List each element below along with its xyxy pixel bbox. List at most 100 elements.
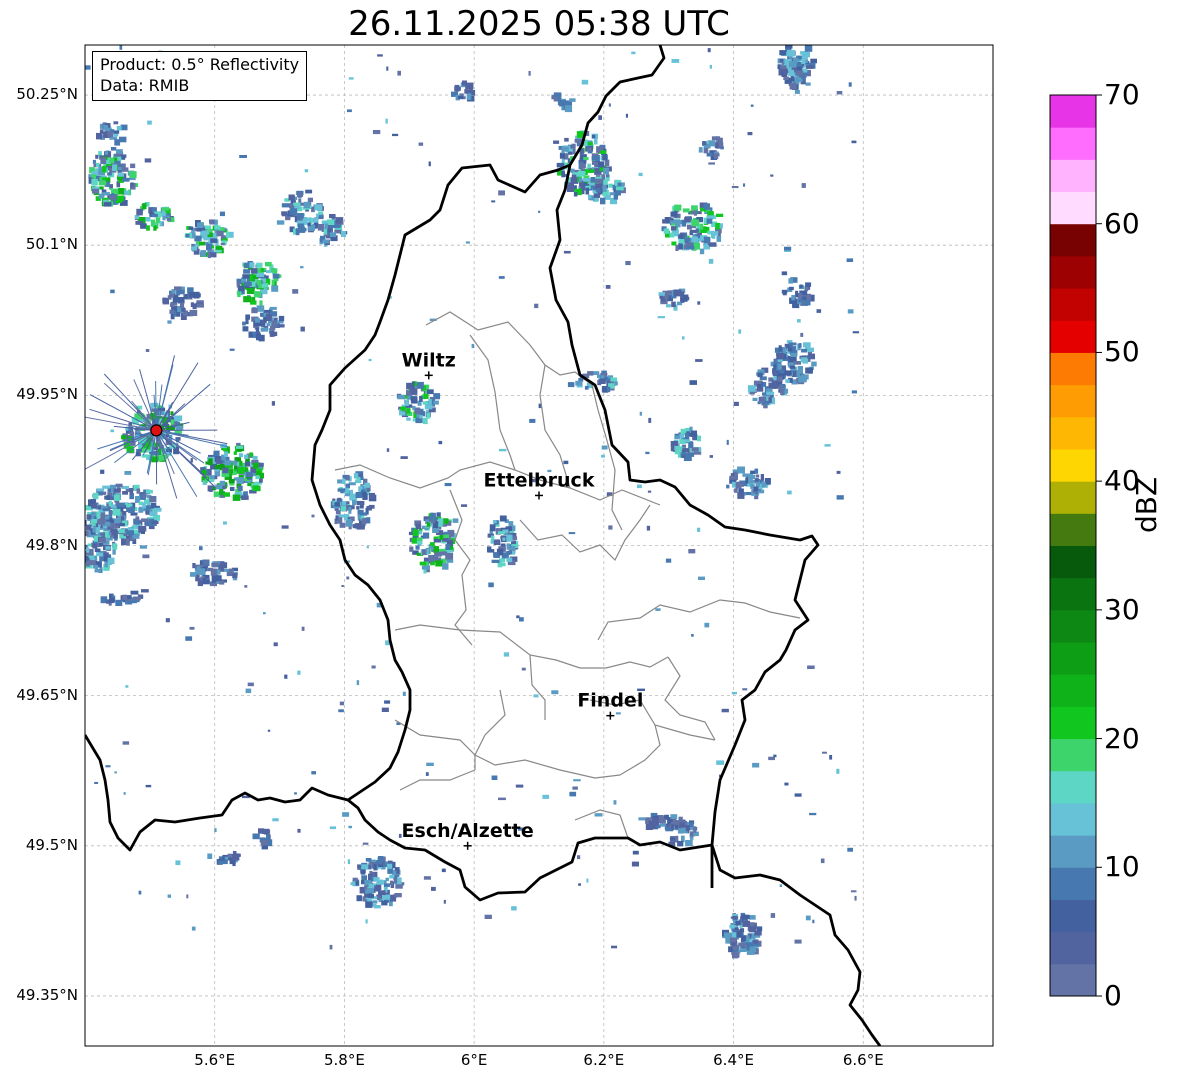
echo-pixel <box>424 527 429 530</box>
colorbar-segment <box>1050 223 1096 257</box>
echo-pixel <box>789 286 794 291</box>
echo-pixel <box>122 491 128 495</box>
echo-pixel <box>141 589 149 593</box>
echo-pixel <box>77 538 84 544</box>
echo-pixel <box>206 243 213 251</box>
echo-pixel <box>502 537 506 541</box>
echo-pixel <box>631 51 636 55</box>
echo-pixel <box>114 771 117 774</box>
echo-pixel <box>102 508 111 512</box>
echo-pixel <box>508 521 514 528</box>
echo-pixel <box>91 178 98 186</box>
lon-tick-label: 6.6°E <box>842 1051 884 1069</box>
echo-pixel <box>146 225 150 231</box>
echo-pixel <box>130 590 139 595</box>
echo-pixel <box>117 502 125 508</box>
colorbar-segment <box>1050 609 1096 643</box>
echo-pixel <box>639 411 642 416</box>
echo-pixel <box>107 131 114 138</box>
echo-pixel <box>733 401 739 406</box>
echo-pixel <box>781 289 788 294</box>
echo-pixel <box>251 307 258 314</box>
echo-pixel <box>778 384 783 391</box>
echo-pixel <box>292 289 299 294</box>
echo-pixel <box>340 506 347 512</box>
echo-pixel <box>366 545 369 549</box>
echo-pixel <box>797 319 801 323</box>
echo-pixel <box>687 224 692 230</box>
echo-pixel <box>738 329 742 334</box>
echo-pixel <box>615 186 624 191</box>
echo-pixel <box>757 383 762 388</box>
echo-pixel <box>794 89 800 94</box>
echo-pixel <box>397 394 406 400</box>
echo-pixel <box>78 552 82 556</box>
echo-pixel <box>519 617 524 622</box>
colorbar-unit-label: dBZ <box>1130 476 1163 533</box>
echo-pixel <box>188 292 194 298</box>
echo-pixel <box>506 543 511 550</box>
echo-pixel <box>329 944 333 950</box>
echo-pixel <box>587 142 593 146</box>
echo-pixel <box>151 213 158 218</box>
echo-pixel <box>359 524 365 528</box>
echo-pixel <box>112 164 118 171</box>
echo-pixel <box>784 370 792 376</box>
echo-pixel <box>253 291 261 298</box>
echo-pixel <box>297 828 301 833</box>
echo-pixel <box>394 877 398 884</box>
radar-map[interactable]: Wiltz Ettelbruck Findel Esch/Alzette <box>0 0 1184 1081</box>
echo-pixel <box>312 217 319 223</box>
echo-pixel <box>115 483 123 488</box>
echo-pixel <box>244 262 250 268</box>
echo-pixel <box>755 474 760 478</box>
echo-pixel <box>405 399 409 406</box>
echo-pixel <box>631 861 639 867</box>
echo-pixel <box>648 820 654 825</box>
echo-pixel <box>670 814 678 819</box>
echo-pixel <box>366 888 374 893</box>
echo-pixel <box>338 514 347 518</box>
echo-pixel <box>803 34 808 37</box>
echo-pixel <box>381 707 389 712</box>
echo-pixel <box>389 880 394 885</box>
colorbar-segment <box>1050 770 1096 804</box>
echo-pixel <box>783 76 789 80</box>
echo-pixel <box>660 823 667 827</box>
echo-pixel <box>311 771 316 775</box>
echo-pixel <box>272 818 279 822</box>
echo-pixel <box>174 415 183 422</box>
echo-pixel <box>175 425 184 430</box>
echo-pixel <box>706 141 709 144</box>
echo-pixel <box>600 375 605 379</box>
echo-pixel <box>266 834 270 841</box>
echo-pixel <box>800 357 808 363</box>
echo-pixel <box>215 464 221 470</box>
lon-tick-label: 6°E <box>460 1051 488 1069</box>
echo-pixel <box>728 946 733 953</box>
colorbar-segment <box>1050 642 1096 675</box>
lat-tick-label: 49.35°N <box>16 985 78 1004</box>
echo-pixel <box>224 856 229 860</box>
echo-pixel <box>493 539 501 545</box>
echo-pixel <box>347 859 351 865</box>
lat-tick-label: 49.8°N <box>25 535 78 554</box>
echo-pixel <box>583 157 589 161</box>
echo-pixel <box>788 342 797 346</box>
echo-pixel <box>265 261 272 267</box>
echo-pixel <box>126 446 134 453</box>
echo-pixel <box>809 812 817 816</box>
echo-pixel <box>491 775 498 780</box>
echo-pixel <box>608 183 613 188</box>
echo-pixel <box>385 118 388 124</box>
echo-pixel <box>430 512 434 519</box>
echo-pixel <box>223 492 230 497</box>
echo-pixel <box>229 348 235 351</box>
echo-pixel <box>167 894 171 898</box>
echo-pixel <box>684 237 691 242</box>
echo-pixel <box>766 391 775 396</box>
echo-pixel <box>805 282 812 287</box>
echo-pixel <box>415 523 422 530</box>
echo-pixel <box>237 290 241 298</box>
echo-pixel <box>103 125 108 131</box>
